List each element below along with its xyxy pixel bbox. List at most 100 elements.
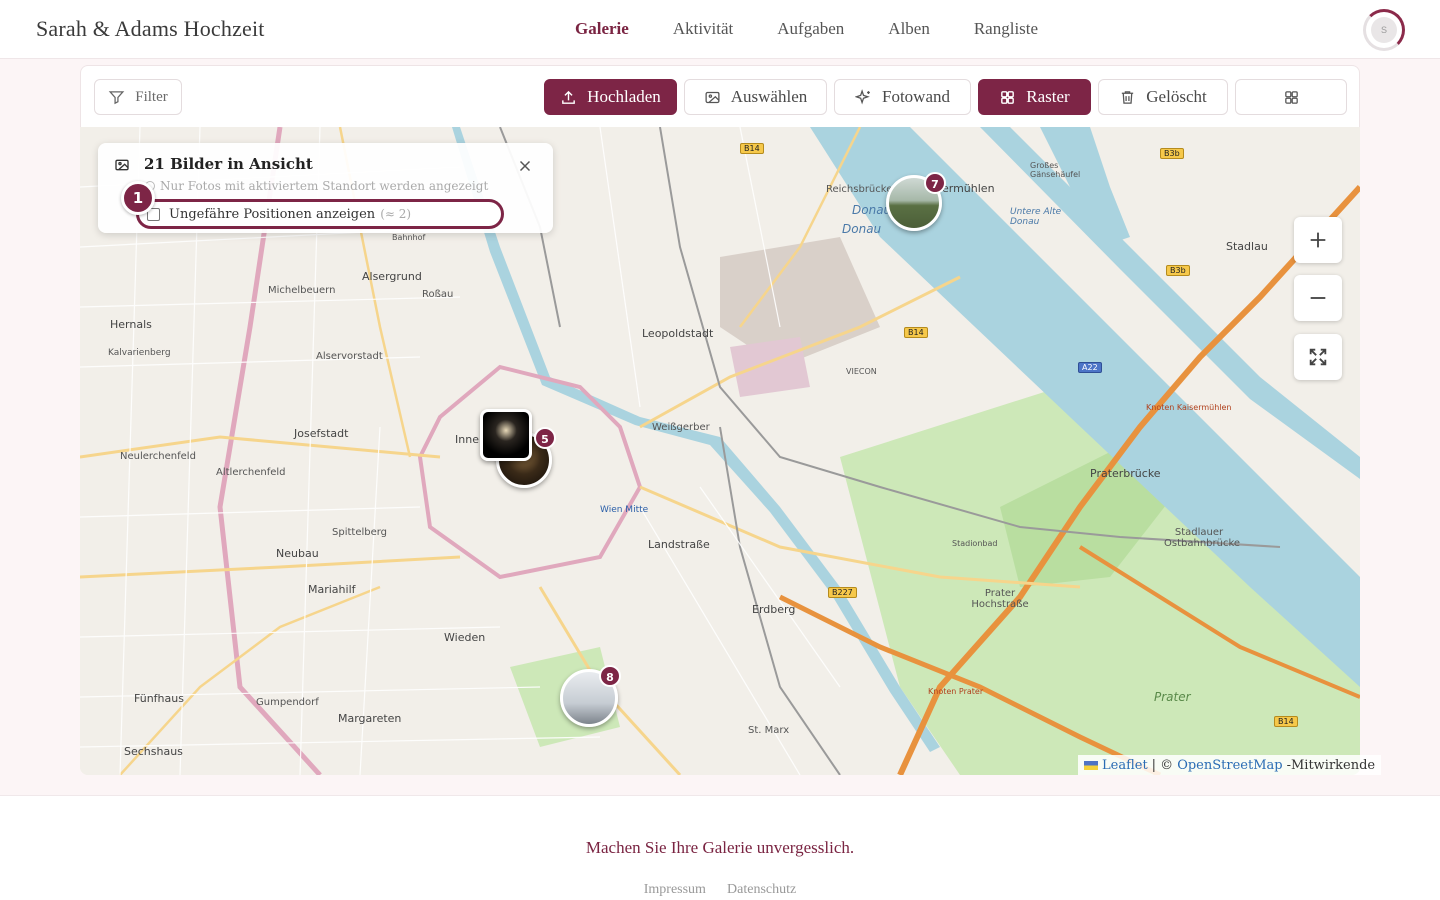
- map-label: Stadionbad: [952, 539, 998, 548]
- map-label: Hernals: [110, 318, 152, 331]
- leaflet-link[interactable]: Leaflet: [1102, 758, 1148, 773]
- datenschutz-link[interactable]: Datenschutz: [727, 882, 796, 897]
- photowall-label: Fotowand: [882, 87, 950, 106]
- image-icon: [705, 91, 720, 103]
- nav-item-alben[interactable]: Alben: [888, 19, 930, 39]
- filter-button[interactable]: Filter: [94, 79, 182, 115]
- map-label: Knoten Prater: [928, 687, 984, 696]
- brand-title[interactable]: Sarah & Adams Hochzeit: [36, 16, 265, 42]
- map-label: Inne: [455, 433, 479, 446]
- map-label: Reichsbrücke: [826, 184, 893, 195]
- zoom-in-button[interactable]: [1294, 217, 1342, 263]
- cluster-count-badge: 8: [599, 665, 621, 687]
- grid-view-label: Raster: [1026, 87, 1070, 106]
- ukraine-flag-icon: [1084, 760, 1098, 770]
- impressum-link[interactable]: Impressum: [644, 882, 706, 897]
- map-label: Großes Gänsehäufel: [1030, 161, 1081, 179]
- attribution-separator: | ©: [1151, 757, 1174, 773]
- attribution-suffix: -Mitwirkende: [1286, 757, 1376, 773]
- openstreetmap-link[interactable]: OpenStreetMap: [1177, 758, 1282, 773]
- upload-label: Hochladen: [587, 87, 661, 106]
- map-label: Knoten Kaisermühlen: [1146, 403, 1232, 412]
- fullscreen-button[interactable]: [1294, 334, 1342, 380]
- map-label: Sechshaus: [124, 745, 183, 758]
- footer-links: Impressum Datenschutz: [0, 878, 1440, 898]
- nav-item-aufgaben[interactable]: Aufgaben: [777, 19, 844, 39]
- page-footer: Machen Sie Ihre Galerie unvergesslich. I…: [0, 795, 1440, 900]
- approx-positions-count: (≈ 2): [380, 207, 412, 221]
- select-label: Auswählen: [730, 87, 808, 106]
- nav-item-aktivitaet[interactable]: Aktivität: [673, 19, 733, 39]
- map-label: Margareten: [338, 712, 402, 725]
- grid-view-button[interactable]: Raster: [978, 79, 1091, 115]
- top-navigation-bar: Sarah & Adams Hochzeit Galerie Aktivität…: [0, 0, 1440, 59]
- trash-icon: [1122, 90, 1134, 104]
- map-label: Donau: [842, 222, 882, 236]
- approx-positions-label: Ungefähre Positionen anzeigen: [169, 206, 376, 222]
- map-label: St. Marx: [748, 725, 790, 736]
- map-info-panel: 21 Bilder in Ansicht Nur Fotos mit aktiv…: [98, 143, 553, 233]
- plus-icon: [1310, 232, 1326, 248]
- main-nav: Galerie Aktivität Aufgaben Alben Ranglis…: [575, 19, 1082, 39]
- map-label: Landstraße: [648, 538, 710, 551]
- approx-positions-toggle[interactable]: Ungefähre Positionen anzeigen (≈ 2): [136, 199, 504, 229]
- sparkles-icon: [855, 88, 870, 104]
- filter-icon: [108, 90, 125, 104]
- road-shield: B14: [904, 327, 928, 338]
- map-label: Neubau: [276, 547, 319, 560]
- map-label: Alservorstadt: [316, 351, 383, 362]
- location-note: Nur Fotos mit aktiviertem Standort werde…: [160, 179, 489, 193]
- map-label: Untere Alte Donau: [1010, 207, 1062, 227]
- road-shield: B3b: [1166, 265, 1190, 276]
- avatar: S: [1371, 17, 1397, 43]
- minus-icon: [1310, 297, 1326, 299]
- upload-icon: [562, 90, 576, 104]
- filter-label: Filter: [135, 88, 168, 105]
- nav-item-galerie[interactable]: Galerie: [575, 19, 629, 39]
- map-label: Mariahilf: [308, 583, 356, 596]
- road-shield: B3b: [1160, 148, 1184, 159]
- cluster-count-badge: 7: [924, 172, 946, 194]
- map-label: Leopoldstadt: [642, 327, 714, 340]
- map-label: Alsergrund: [362, 270, 422, 283]
- map-label: Prater: [1154, 690, 1191, 704]
- map-label: Wien Mitte: [600, 505, 649, 515]
- map-label: Praterbrücke: [1090, 467, 1161, 480]
- photowall-button[interactable]: Fotowand: [834, 79, 971, 115]
- map-label: Stadlau: [1226, 240, 1268, 253]
- upload-button[interactable]: Hochladen: [544, 79, 677, 115]
- expand-icon: [1309, 348, 1327, 366]
- map-label: Stadlauer Ostbahnbrücke: [1164, 527, 1241, 549]
- footer-tagline: Machen Sie Ihre Galerie unvergesslich.: [585, 838, 855, 857]
- map-label: Bahnhof: [392, 233, 426, 242]
- map-label: Weißgerber: [652, 422, 710, 433]
- map-label: Gumpendorf: [256, 697, 319, 708]
- zoom-out-button[interactable]: [1294, 275, 1342, 321]
- nav-item-rangliste[interactable]: Rangliste: [974, 19, 1038, 39]
- road-shield: B14: [740, 143, 764, 154]
- map-label: Fünfhaus: [134, 692, 184, 705]
- user-avatar-button[interactable]: S: [1363, 9, 1405, 51]
- gallery-toolbar: Filter Hochladen Auswählen Fotowand Rast…: [80, 65, 1360, 127]
- view-toggle-button[interactable]: [1235, 79, 1347, 115]
- deleted-label: Gelöscht: [1146, 87, 1207, 106]
- map-label: Altlerchenfeld: [216, 467, 286, 478]
- image-icon: [115, 159, 129, 171]
- tutorial-step-badge: 1: [121, 181, 155, 215]
- map-label: Kalvarienberg: [108, 348, 171, 358]
- map-label: Prater Hochstraße: [971, 588, 1029, 610]
- road-shield: B227: [828, 587, 857, 598]
- close-icon[interactable]: [516, 157, 534, 175]
- map-label: Erdberg: [752, 603, 796, 616]
- select-button[interactable]: Auswählen: [684, 79, 827, 115]
- map-label: ermühlen: [942, 182, 995, 195]
- map-label: VIECON: [846, 367, 877, 376]
- road-shield: B14: [1274, 716, 1298, 727]
- map-label: Roßau: [422, 289, 454, 300]
- map-label: Josefstadt: [294, 427, 349, 440]
- map-attribution: Leaflet | © OpenStreetMap -Mitwirkende: [1078, 755, 1382, 775]
- grid-icon: [1284, 90, 1298, 104]
- cluster-count-badge: 5: [534, 427, 556, 449]
- deleted-button[interactable]: Gelöscht: [1098, 79, 1228, 115]
- photo-thumbnail-marker[interactable]: [480, 409, 532, 461]
